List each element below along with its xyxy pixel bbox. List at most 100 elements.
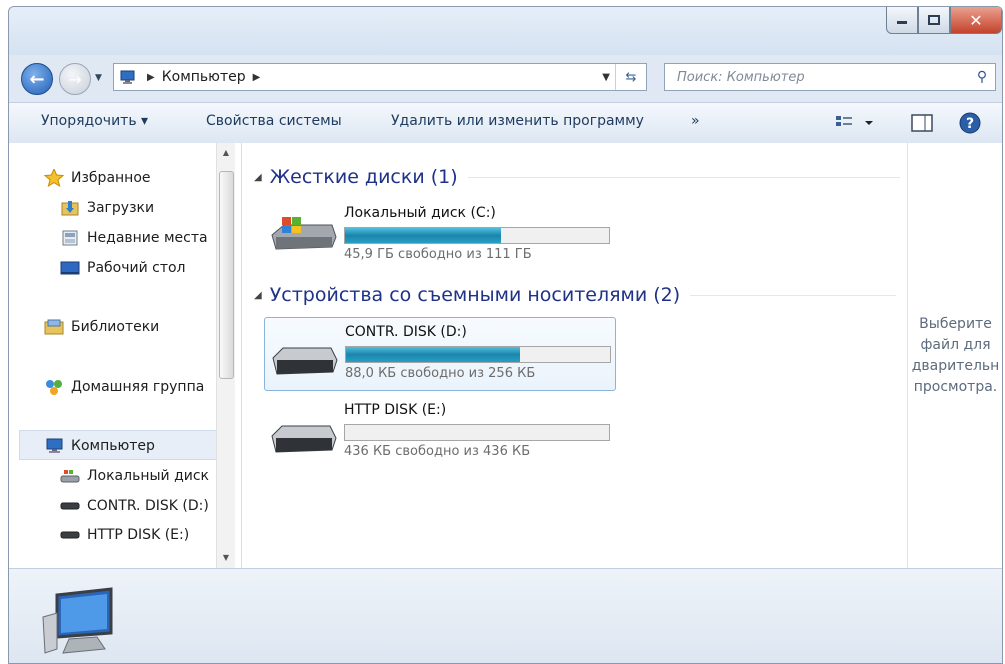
group-removable-label: Устройства со съемными носителями (2): [269, 284, 681, 306]
usage-bar-fill: [345, 228, 501, 243]
drive-free-space: 88,0 КБ свободно из 256 КБ: [345, 366, 536, 381]
nav-recent-label: Недавние места: [87, 230, 208, 246]
help-icon: ?: [959, 112, 981, 134]
uninstall-program-button[interactable]: Удалить или изменить программу: [391, 113, 644, 129]
address-bar[interactable]: ▶ Компьютер ▶ ▼ ⇆: [113, 63, 647, 91]
search-input[interactable]: Поиск: Компьютер ⚲: [664, 63, 996, 91]
removable-disk-icon: [272, 347, 338, 375]
refresh-icon: ⇆: [625, 69, 637, 85]
nav-downloads-label: Загрузки: [87, 200, 155, 216]
drive-item[interactable]: Локальный диск (C:) 45,9 ГБ свободно из …: [264, 199, 614, 271]
nav-downloads[interactable]: Загрузки: [59, 197, 154, 219]
nav-favorites-label: Избранное: [71, 170, 151, 186]
libraries-icon: [43, 318, 65, 336]
explorer-window: ✕ ← → ▼ ▶ Компьютер ▶ ▼ ⇆ Поиск: Компьют…: [8, 6, 1003, 664]
nav-libraries-label: Библиотеки: [71, 319, 160, 335]
drive-name: Локальный диск (C:): [344, 205, 496, 221]
back-arrow-icon: ←: [29, 68, 45, 90]
address-row: ← → ▼ ▶ Компьютер ▶ ▼ ⇆ Поиск: Компьютер…: [9, 57, 1002, 95]
computer-large-icon: [42, 587, 113, 654]
computer-icon: [43, 437, 65, 455]
star-icon: [43, 169, 65, 187]
view-icon: [836, 116, 873, 126]
more-commands-button[interactable]: »: [691, 113, 700, 129]
preview-pane-icon: [911, 114, 933, 132]
recent-places-icon: [59, 229, 81, 247]
nav-favorites[interactable]: Избранное: [43, 167, 151, 189]
preview-pane: Выберите файл для дварительн просмотра.: [907, 143, 1002, 568]
view-options-button[interactable]: [835, 115, 875, 135]
nav-desktop[interactable]: Рабочий стол: [59, 257, 186, 279]
local-disk-icon: [271, 217, 337, 250]
group-hard-disks-label: Жесткие диски (1): [269, 166, 458, 188]
collapse-icon: ◢: [254, 289, 262, 301]
back-button[interactable]: ←: [21, 63, 53, 95]
nav-contr-disk[interactable]: CONTR. DISK (D:): [59, 495, 209, 517]
svg-text:?: ?: [966, 116, 974, 132]
group-divider: [467, 176, 900, 178]
forward-button[interactable]: →: [59, 63, 91, 95]
window-controls: ✕: [886, 7, 1002, 34]
drive-item[interactable]: HTTP DISK (E:) 436 КБ свободно из 436 КБ: [264, 396, 614, 468]
collapse-icon: ◢: [254, 171, 262, 183]
group-hard-disks[interactable]: ◢ Жесткие диски (1): [254, 166, 900, 188]
computer-icon: [120, 70, 135, 84]
organize-button[interactable]: Упорядочить ▾: [41, 113, 148, 129]
nav-desktop-label: Рабочий стол: [87, 260, 186, 276]
removable-disk-icon: [271, 425, 337, 453]
nav-libraries[interactable]: Библиотеки: [43, 316, 159, 338]
nav-contr-disk-label: CONTR. DISK (D:): [87, 498, 209, 514]
details-pane: [9, 568, 1002, 663]
minimize-button[interactable]: [886, 7, 918, 34]
help-button[interactable]: ?: [959, 112, 981, 138]
local-disk-icon: [59, 467, 81, 485]
history-dropdown-icon[interactable]: ▼: [95, 73, 102, 83]
downloads-folder-icon: [59, 199, 81, 217]
preview-message: Выберите файл для дварительн просмотра.: [911, 315, 1000, 395]
navigation-pane: Избранное Загрузки Недавние места Рабочи…: [9, 143, 242, 568]
desktop-icon: [59, 259, 81, 277]
usage-bar: [344, 424, 610, 441]
title-bar: ✕: [9, 7, 1002, 55]
main-area: Избранное Загрузки Недавние места Рабочи…: [9, 143, 1002, 568]
nav-homegroup[interactable]: Домашняя группа: [43, 376, 204, 398]
close-button[interactable]: ✕: [950, 7, 1002, 34]
nav-http-disk-label: HTTP DISK (E:): [87, 527, 190, 543]
system-properties-button[interactable]: Свойства системы: [206, 113, 342, 129]
refresh-button[interactable]: ⇆: [615, 64, 646, 90]
scroll-thumb[interactable]: [219, 171, 234, 379]
breadcrumb-chevron-icon[interactable]: ▶: [253, 72, 261, 83]
search-icon[interactable]: ⚲: [969, 69, 995, 85]
nav-scrollbar[interactable]: ▲ ▼: [216, 143, 235, 568]
nav-local-disk[interactable]: Локальный диск: [59, 465, 209, 487]
removable-disk-icon: [59, 526, 81, 544]
group-divider: [690, 294, 897, 296]
nav-homegroup-label: Домашняя группа: [71, 379, 205, 395]
usage-bar: [345, 346, 611, 363]
scroll-down-icon[interactable]: ▼: [217, 550, 235, 566]
preview-pane-button[interactable]: [911, 114, 933, 136]
nav-local-disk-label: Локальный диск: [87, 468, 210, 484]
command-bar: Упорядочить ▾ Свойства системы Удалить и…: [9, 102, 1002, 144]
nav-computer[interactable]: Компьютер: [43, 435, 155, 457]
nav-computer-label: Компьютер: [71, 438, 155, 454]
drive-name: CONTR. DISK (D:): [345, 324, 467, 340]
minimize-icon: [897, 21, 907, 24]
usage-bar-fill: [346, 347, 521, 362]
drive-free-space: 45,9 ГБ свободно из 111 ГБ: [344, 247, 532, 262]
scroll-up-icon[interactable]: ▲: [217, 145, 235, 161]
close-icon: ✕: [969, 10, 983, 30]
maximize-icon: [928, 15, 940, 25]
group-removable[interactable]: ◢ Устройства со съемными носителями (2): [254, 284, 897, 306]
address-dropdown-icon[interactable]: ▼: [602, 72, 610, 83]
drive-item[interactable]: CONTR. DISK (D:) 88,0 КБ свободно из 256…: [264, 317, 616, 391]
nav-http-disk[interactable]: HTTP DISK (E:): [59, 524, 189, 546]
breadcrumb-separator-icon: ▶: [147, 71, 155, 83]
removable-disk-icon: [59, 497, 81, 515]
drive-name: HTTP DISK (E:): [344, 402, 447, 418]
breadcrumb-computer[interactable]: Компьютер: [162, 69, 246, 85]
drive-free-space: 436 КБ свободно из 436 КБ: [344, 444, 531, 459]
maximize-button[interactable]: [918, 7, 950, 34]
nav-recent-places[interactable]: Недавние места: [59, 227, 208, 249]
file-list-pane: ◢ Жесткие диски (1) Локальный диск (C:) …: [242, 143, 907, 568]
